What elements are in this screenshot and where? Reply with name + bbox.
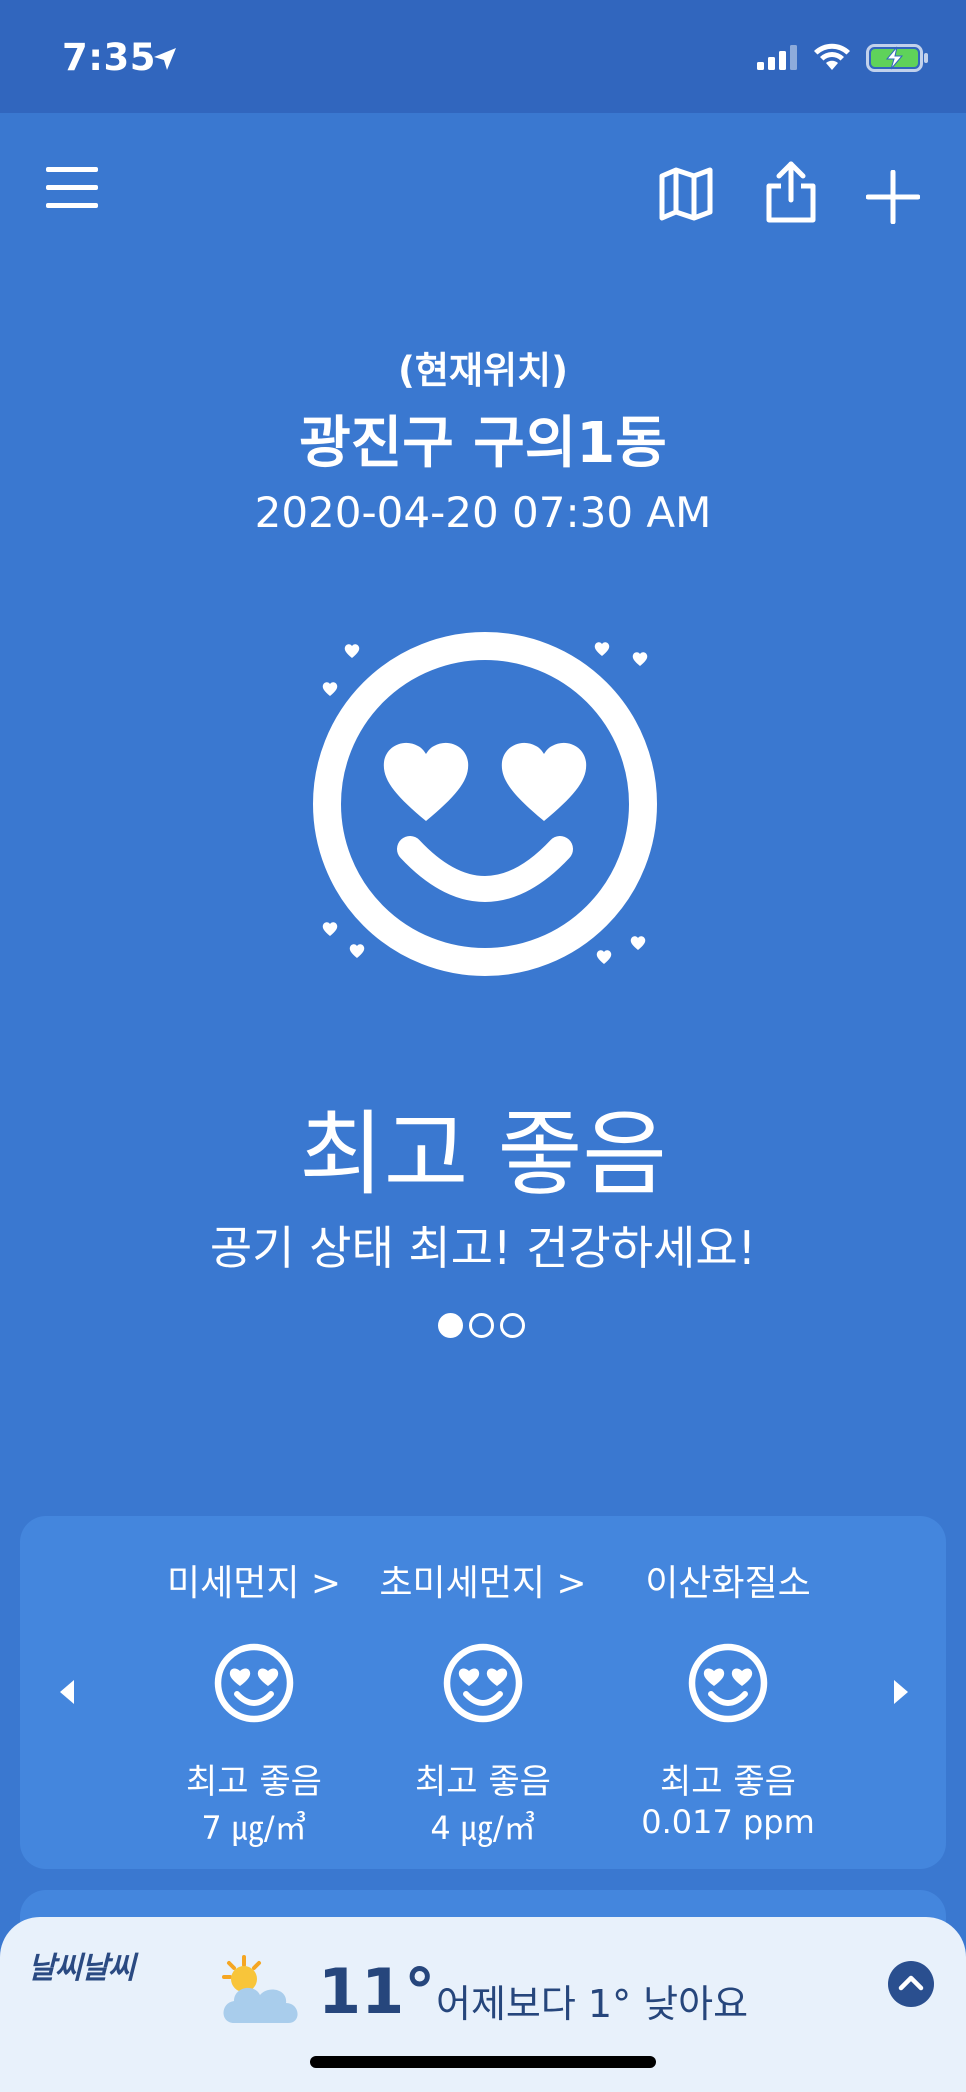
pollutant-grade: 최고 좋음 xyxy=(660,1762,796,1802)
air-quality-message: 공기 상태 최고! 건강하세요! xyxy=(209,1221,757,1275)
pollutant-name[interactable]: 이산화질소 xyxy=(608,1554,848,1606)
pollutant-name[interactable]: 미세먼지 > xyxy=(134,1554,374,1606)
page-dot-3[interactable] xyxy=(500,1313,525,1338)
add-location-icon[interactable] xyxy=(866,170,920,224)
heart-eyes-face-icon xyxy=(313,632,657,976)
pollutant-card: 미세먼지 > 최고 좋음 7 ㎍/㎥ 초미세먼지 > 최고 좋음 4 ㎍/㎥ 이… xyxy=(20,1516,946,1869)
partly-cloudy-icon xyxy=(222,1955,298,2023)
current-temperature: 11° xyxy=(318,1955,436,2028)
scroll-right-icon[interactable] xyxy=(892,1678,910,1706)
status-bar: 7:35 xyxy=(0,0,966,113)
heart-eyes-face-icon xyxy=(688,1643,768,1723)
location-prefix: (현재위치) xyxy=(398,349,568,392)
temperature-comparison: 어제보다 1° 낮아요 xyxy=(436,1982,749,2026)
measurement-datetime: 2020-04-20 07:30 AM xyxy=(254,488,712,537)
pollutant-item-pm25[interactable]: 초미세먼지 > 최고 좋음 4 ㎍/㎥ xyxy=(363,1554,603,1849)
pollutant-grade: 최고 좋음 xyxy=(415,1762,551,1802)
menu-icon[interactable] xyxy=(44,163,100,211)
page-dot-1[interactable] xyxy=(438,1313,463,1338)
heart-eyes-face-icon xyxy=(443,1643,523,1723)
location-arrow-icon xyxy=(154,48,176,70)
weather-brand-logo: 날씨날씨 xyxy=(28,1951,135,1986)
air-quality-grade: 최고 좋음 xyxy=(299,1101,667,1208)
cellular-signal-icon xyxy=(757,45,797,70)
wifi-icon xyxy=(814,43,850,70)
scroll-left-icon[interactable] xyxy=(58,1678,76,1706)
share-icon[interactable] xyxy=(763,160,819,224)
chevron-up-icon xyxy=(898,1975,924,1991)
home-indicator[interactable] xyxy=(310,2056,656,2068)
battery-charging-icon xyxy=(866,44,928,72)
map-icon[interactable] xyxy=(658,166,714,222)
location-name[interactable]: 광진구 구의1동 xyxy=(0,398,966,479)
pollutant-value: 7 ㎍/㎥ xyxy=(201,1809,307,1847)
expand-panel-button[interactable] xyxy=(888,1961,934,2007)
page-indicator[interactable] xyxy=(438,1313,525,1338)
pollutant-value: 0.017 ppm xyxy=(641,1803,815,1841)
page-dot-2[interactable] xyxy=(469,1313,494,1338)
heart-eyes-face-icon xyxy=(214,1643,294,1723)
status-time: 7:35 xyxy=(62,36,157,79)
pollutant-item-no2[interactable]: 이산화질소 최고 좋음 0.017 ppm xyxy=(608,1554,848,1841)
pollutant-item-pm10[interactable]: 미세먼지 > 최고 좋음 7 ㎍/㎥ xyxy=(134,1554,374,1849)
pollutant-name[interactable]: 초미세먼지 > xyxy=(363,1554,603,1606)
pollutant-grade: 최고 좋음 xyxy=(186,1762,322,1802)
pollutant-value: 4 ㎍/㎥ xyxy=(430,1809,536,1847)
